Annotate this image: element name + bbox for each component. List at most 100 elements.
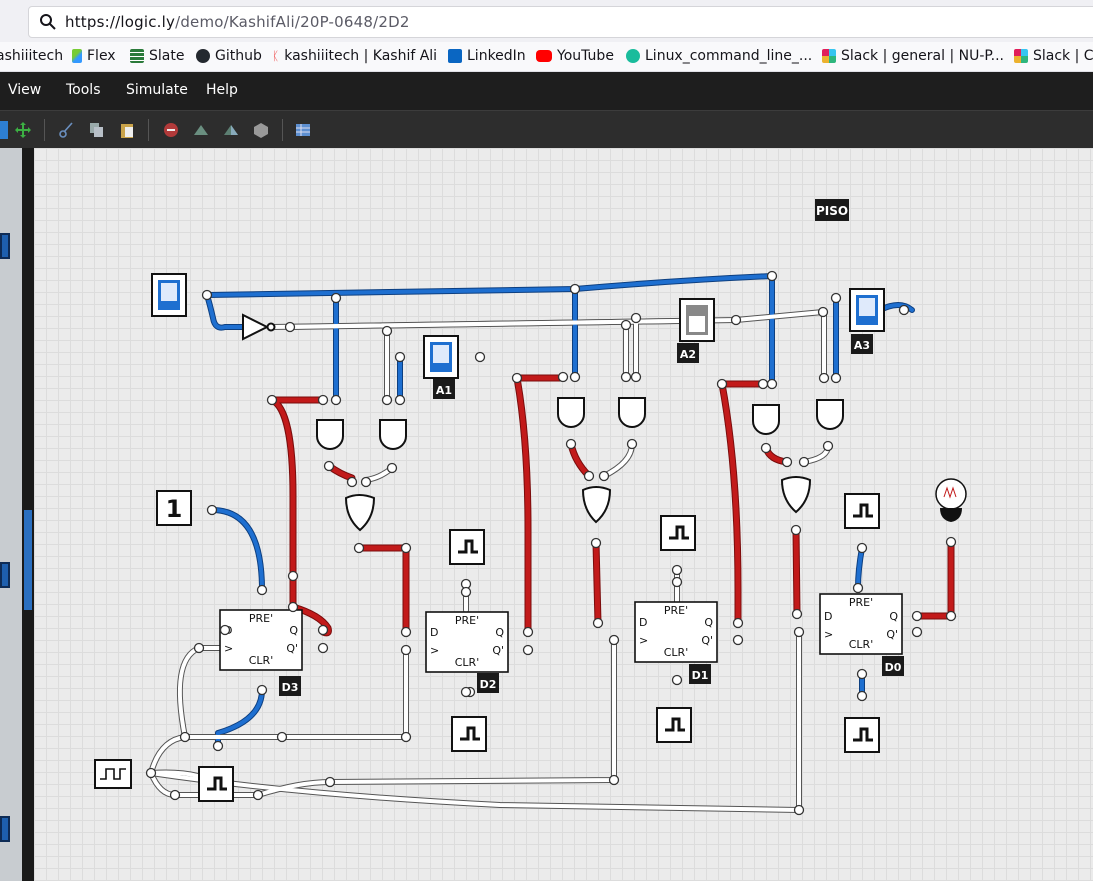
pin[interactable] [781, 456, 793, 468]
pin[interactable] [360, 476, 372, 488]
pin[interactable] [671, 564, 683, 576]
pin[interactable] [287, 570, 299, 582]
pin[interactable] [400, 644, 412, 656]
pin[interactable] [730, 314, 742, 326]
constant-one[interactable]: 1 [156, 490, 192, 526]
pin[interactable] [945, 610, 957, 622]
pin[interactable] [219, 624, 231, 636]
panel-item[interactable] [0, 816, 10, 842]
rotate-right-icon[interactable] [222, 121, 240, 139]
pin[interactable] [193, 642, 205, 654]
menu-help[interactable]: Help [206, 82, 238, 98]
and-gate-2a[interactable] [557, 397, 585, 428]
pin[interactable] [830, 372, 842, 384]
pin[interactable] [620, 371, 632, 383]
truth-table-icon[interactable] [294, 121, 312, 139]
and-gate-3b[interactable] [379, 419, 407, 450]
pin[interactable] [590, 537, 602, 549]
pin[interactable] [817, 306, 829, 318]
pin[interactable] [317, 394, 329, 406]
pin[interactable] [569, 371, 581, 383]
pin[interactable] [206, 504, 218, 516]
delete-icon[interactable] [162, 121, 180, 139]
circuit-canvas[interactable]: .wr { fill: none; stroke: #c21a1a; strok… [34, 148, 1093, 881]
bookmark-github[interactable]: Github [196, 48, 262, 64]
pin[interactable] [201, 289, 213, 301]
rotate-left-icon[interactable] [192, 121, 210, 139]
pin[interactable] [671, 576, 683, 588]
pin[interactable] [766, 378, 778, 390]
pin[interactable] [256, 684, 268, 696]
pin[interactable] [911, 626, 923, 638]
pin[interactable] [898, 304, 910, 316]
toggle-switch-A3[interactable] [849, 288, 885, 332]
pin[interactable] [818, 372, 830, 384]
pin[interactable] [852, 582, 864, 594]
bookmark-youtube[interactable]: YouTube [536, 48, 614, 64]
pin[interactable] [856, 542, 868, 554]
pin[interactable] [608, 774, 620, 786]
and-gate-1b[interactable] [816, 399, 844, 430]
pin[interactable] [317, 642, 329, 654]
menu-tools[interactable]: Tools [66, 82, 101, 98]
pin[interactable] [287, 601, 299, 613]
pin[interactable] [394, 394, 406, 406]
pin[interactable] [598, 470, 610, 482]
pin[interactable] [620, 319, 632, 331]
pin[interactable] [381, 394, 393, 406]
copy-icon[interactable] [88, 121, 106, 139]
panel-item[interactable] [0, 233, 10, 259]
cut-icon[interactable] [58, 121, 76, 139]
pin[interactable] [732, 634, 744, 646]
pin[interactable] [252, 789, 264, 801]
toggle-switch-A2[interactable] [679, 298, 715, 342]
high-constant-D0-pre[interactable] [844, 493, 880, 529]
pin[interactable] [856, 668, 868, 680]
pin[interactable] [630, 371, 642, 383]
bookmark-slate[interactable]: Slate [130, 48, 184, 64]
pin[interactable] [460, 586, 472, 598]
high-constant-D2-pre[interactable] [449, 529, 485, 565]
pin[interactable] [330, 394, 342, 406]
move-icon[interactable] [14, 121, 32, 139]
pin[interactable] [945, 536, 957, 548]
group-icon[interactable] [252, 121, 270, 139]
pin[interactable] [169, 789, 181, 801]
pin[interactable] [757, 378, 769, 390]
pin[interactable] [565, 438, 577, 450]
panel-splitter[interactable] [22, 148, 34, 881]
pin[interactable] [386, 462, 398, 474]
pin[interactable] [856, 690, 868, 702]
pin[interactable] [400, 731, 412, 743]
high-constant-D3-clr[interactable] [198, 766, 234, 802]
pin[interactable] [911, 610, 923, 622]
pin[interactable] [522, 644, 534, 656]
or-gate-2[interactable] [581, 486, 612, 524]
pin[interactable] [583, 470, 595, 482]
high-constant-D1-clr[interactable] [656, 707, 692, 743]
pin[interactable] [557, 371, 569, 383]
pin[interactable] [317, 624, 329, 636]
bookmark-kashiiitech[interactable]: ᛕ kashiiitech | Kashif Ali [272, 48, 437, 64]
pin[interactable] [381, 325, 393, 337]
pin[interactable] [522, 626, 534, 638]
pin[interactable] [323, 460, 335, 472]
pin[interactable] [324, 776, 336, 788]
bookmark-flex[interactable]: Flex [72, 48, 116, 64]
toggle-switch-load[interactable] [151, 273, 187, 317]
pin[interactable] [400, 542, 412, 554]
collapse-handle[interactable] [24, 510, 32, 610]
pin[interactable] [353, 542, 365, 554]
high-constant-D0-clr[interactable] [844, 717, 880, 753]
pin[interactable] [346, 476, 358, 488]
select-tool-button[interactable] [0, 121, 8, 139]
pin[interactable] [716, 378, 728, 390]
pin[interactable] [793, 804, 805, 816]
bookmark-linkedin[interactable]: LinkedIn [448, 48, 526, 64]
paste-icon[interactable] [118, 121, 136, 139]
pin[interactable] [394, 351, 406, 363]
or-gate-1[interactable] [780, 476, 812, 514]
and-gate-1a[interactable] [752, 404, 780, 435]
menu-view[interactable]: View [8, 82, 41, 98]
pin[interactable] [671, 674, 683, 686]
